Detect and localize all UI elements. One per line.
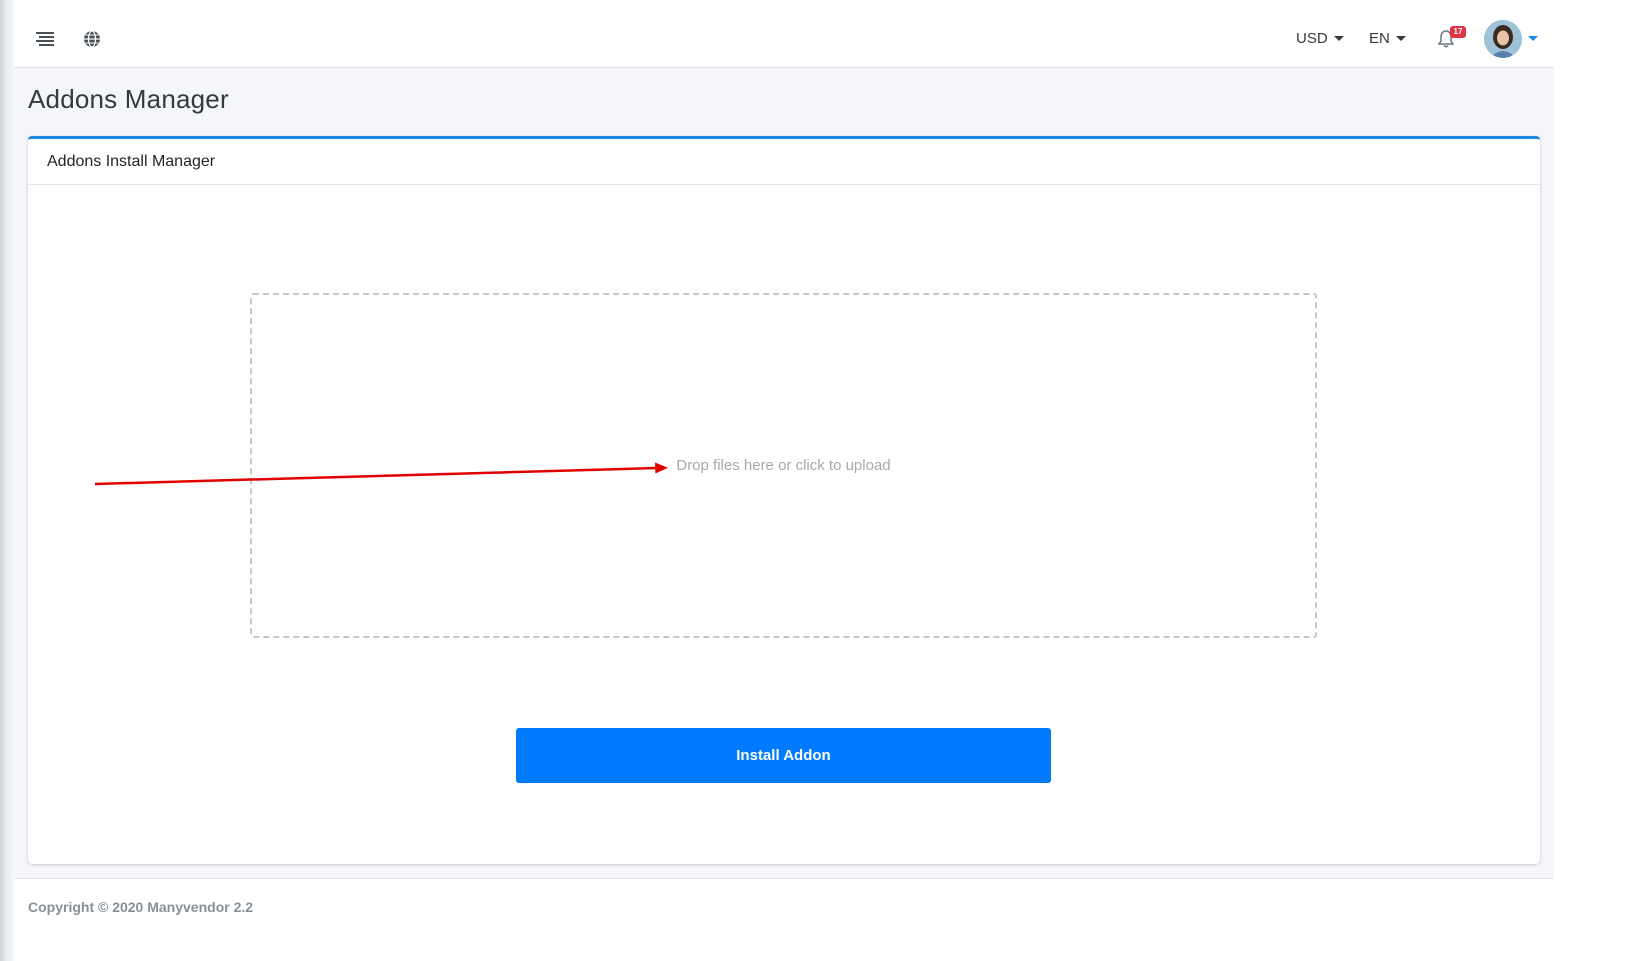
install-card: Addons Install Manager Drop files here o…: [28, 136, 1540, 864]
right-margin: [1554, 0, 1652, 961]
notifications-button[interactable]: 17: [1437, 26, 1466, 50]
left-edge-shadow: [0, 0, 14, 961]
user-avatar-image: [1484, 20, 1522, 58]
chevron-down-icon: [1395, 36, 1406, 41]
copyright-text: Copyright © 2020 Manyvendor 2.2: [28, 899, 254, 915]
language-label: EN: [1369, 30, 1390, 47]
user-menu-caret-icon[interactable]: [1528, 36, 1538, 41]
footer: Copyright © 2020 Manyvendor 2.2: [14, 878, 1554, 961]
hamburger-menu-icon[interactable]: [34, 28, 56, 50]
install-addon-button[interactable]: Install Addon: [516, 728, 1051, 783]
app-container: USD EN 17 Addons Manager Addons Install …: [14, 0, 1554, 961]
globe-icon[interactable]: [81, 28, 103, 50]
card-title: Addons Install Manager: [47, 152, 216, 170]
dropzone-label: Drop files here or click to upload: [676, 457, 891, 474]
currency-label: USD: [1296, 30, 1328, 47]
page-title: Addons Manager: [28, 84, 229, 114]
file-dropzone[interactable]: Drop files here or click to upload: [250, 293, 1317, 638]
currency-dropdown[interactable]: USD: [1296, 30, 1344, 47]
top-navbar: USD EN 17: [14, 0, 1554, 68]
avatar[interactable]: [1484, 20, 1522, 58]
chevron-down-icon: [1333, 36, 1344, 41]
language-dropdown[interactable]: EN: [1369, 30, 1406, 47]
card-header: Addons Install Manager: [28, 139, 1540, 185]
notification-badge: 17: [1450, 26, 1466, 38]
